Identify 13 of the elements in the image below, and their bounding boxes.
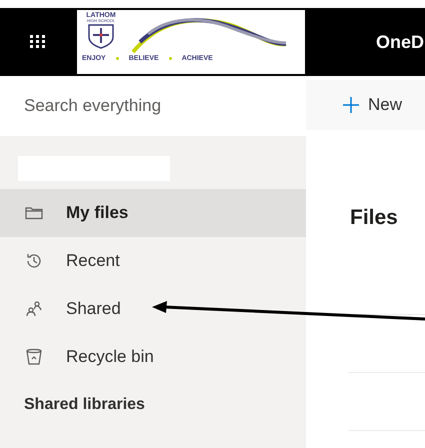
app-launcher-icon[interactable] — [29, 35, 47, 49]
app-title[interactable]: OneD — [376, 28, 424, 56]
sidebar-item[interactable]: Recent — [0, 237, 306, 285]
section-heading: Shared libraries — [24, 395, 146, 415]
sidebar-item[interactable]: Recycle bin — [0, 333, 306, 381]
shield-icon — [86, 23, 116, 49]
search-field[interactable]: Search everything — [0, 76, 306, 136]
recycle-bin-icon — [24, 347, 44, 367]
plus-icon — [342, 96, 360, 114]
people-icon — [24, 299, 44, 319]
page-title: Files — [350, 205, 399, 231]
sidebar-item[interactable]: Shared — [0, 285, 306, 333]
sidebar-item[interactable]: My files — [0, 189, 306, 237]
